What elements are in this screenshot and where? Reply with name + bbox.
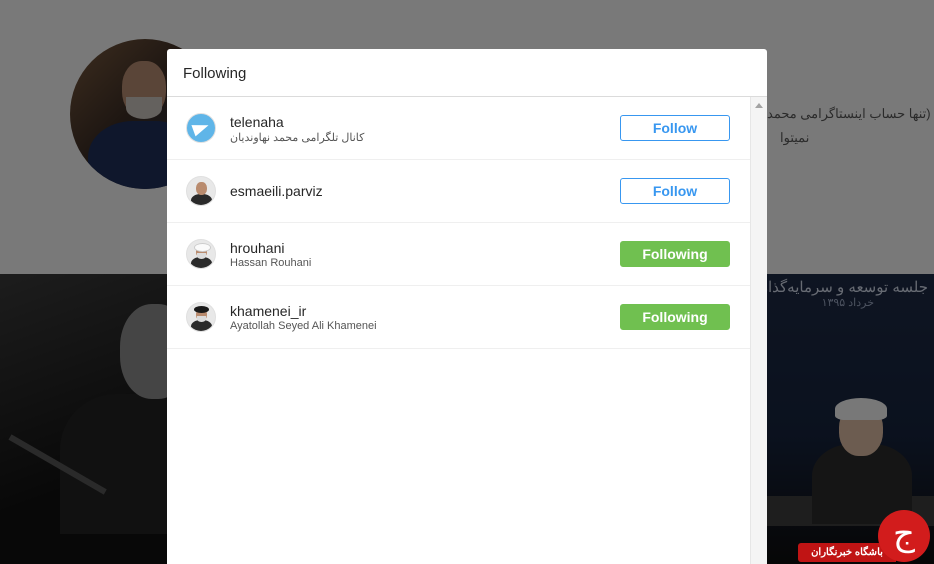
list-item: khamenei_ir Ayatollah Seyed Ali Khamenei… — [167, 286, 750, 349]
telegram-icon[interactable] — [186, 113, 216, 143]
full-name: کانال تلگرامی محمد نهاوندیان — [230, 132, 365, 144]
following-button[interactable]: Following — [620, 241, 730, 267]
avatar[interactable] — [186, 239, 216, 269]
username-link[interactable]: khamenei_ir — [230, 303, 306, 319]
follow-button[interactable]: Follow — [620, 178, 730, 204]
avatar[interactable] — [186, 176, 216, 206]
following-dialog: Following telenaha کانال تلگرامی محمد نه… — [167, 49, 767, 564]
username-link[interactable]: telenaha — [230, 114, 284, 130]
following-button[interactable]: Following — [620, 304, 730, 330]
dialog-header: Following — [167, 49, 767, 97]
avatar[interactable] — [186, 302, 216, 332]
following-list: telenaha کانال تلگرامی محمد نهاوندیان Fo… — [167, 97, 750, 349]
username-link[interactable]: hrouhani — [230, 240, 285, 256]
list-item: esmaeili.parviz Follow — [167, 160, 750, 223]
username-link[interactable]: esmaeili.parviz — [230, 183, 323, 199]
full-name: Hassan Rouhani — [230, 257, 312, 269]
full-name: Ayatollah Seyed Ali Khamenei — [230, 320, 377, 332]
list-item: hrouhani Hassan Rouhani Following — [167, 223, 750, 286]
dialog-title: Following — [183, 65, 247, 82]
list-item: telenaha کانال تلگرامی محمد نهاوندیان Fo… — [167, 97, 750, 160]
scroll-up-arrow-icon[interactable] — [755, 103, 763, 108]
follow-button[interactable]: Follow — [620, 115, 730, 141]
watermark-logo: باشگاه خبرنگاران ج — [798, 510, 934, 564]
logo-icon: ج — [878, 510, 930, 562]
scrollbar[interactable] — [750, 97, 767, 564]
